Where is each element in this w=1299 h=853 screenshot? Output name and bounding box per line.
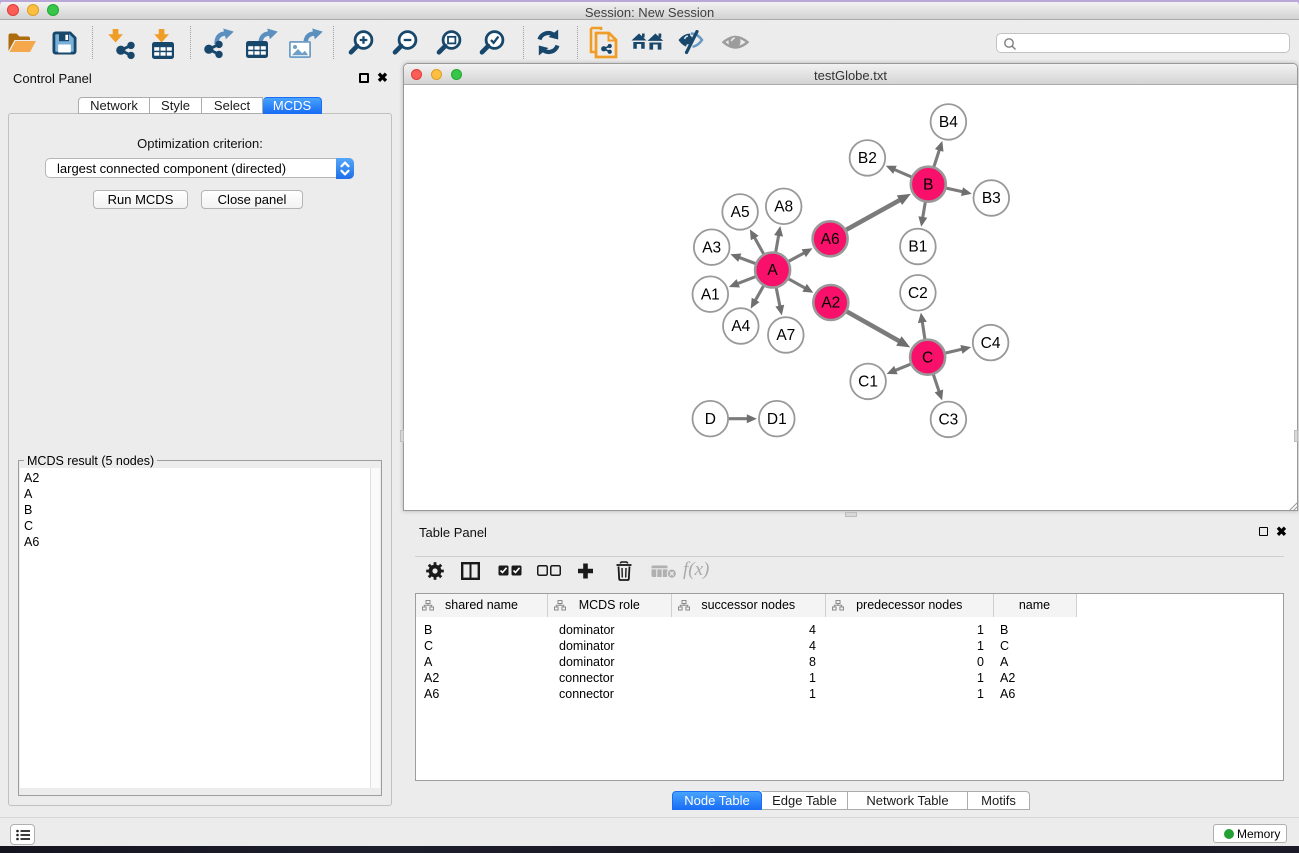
- svg-text:A8: A8: [774, 199, 793, 216]
- svg-text:A4: A4: [731, 318, 750, 335]
- svg-text:D1: D1: [767, 411, 787, 428]
- svg-text:C: C: [922, 349, 933, 366]
- svg-text:B2: B2: [858, 150, 877, 167]
- svg-text:C2: C2: [908, 285, 928, 302]
- svg-text:C3: C3: [938, 412, 958, 429]
- svg-text:C4: C4: [981, 335, 1001, 352]
- svg-text:B3: B3: [982, 190, 1001, 207]
- svg-text:A5: A5: [731, 204, 750, 221]
- svg-text:A: A: [767, 262, 778, 279]
- svg-text:B1: B1: [908, 239, 927, 256]
- svg-text:C1: C1: [858, 374, 878, 391]
- svg-text:A1: A1: [701, 286, 720, 303]
- svg-text:D: D: [705, 411, 716, 428]
- svg-text:A6: A6: [821, 231, 840, 248]
- svg-text:A7: A7: [776, 327, 795, 344]
- svg-text:B: B: [923, 176, 933, 193]
- svg-text:B4: B4: [939, 114, 958, 131]
- svg-text:A2: A2: [821, 295, 840, 312]
- svg-text:A3: A3: [702, 239, 721, 256]
